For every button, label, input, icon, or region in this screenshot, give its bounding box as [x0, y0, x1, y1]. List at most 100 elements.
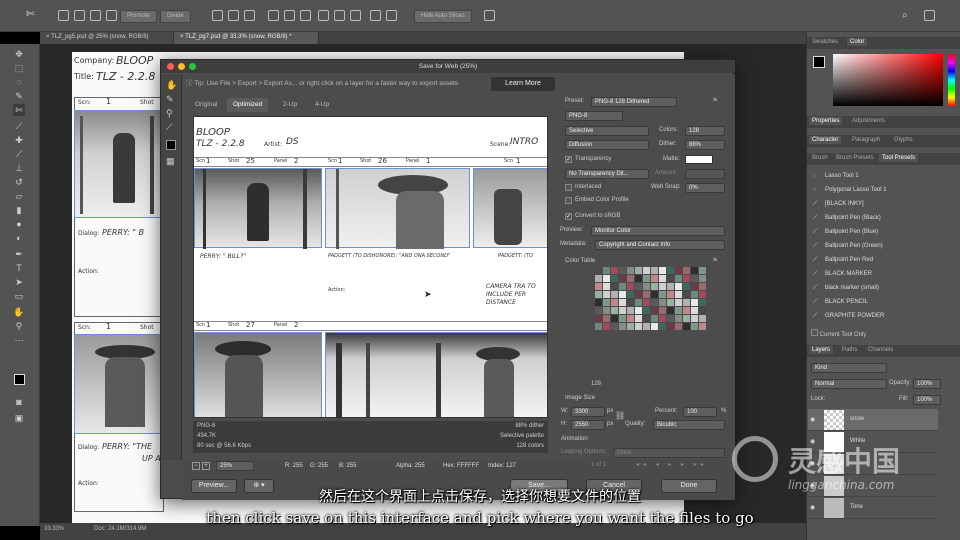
- tab-glyphs[interactable]: Glyphs: [891, 136, 916, 144]
- tab-character[interactable]: Character: [809, 136, 842, 144]
- color-table-swatch[interactable]: [691, 307, 698, 314]
- convert-srgb-checkbox[interactable]: ✓: [565, 213, 572, 220]
- tab-brush-presets[interactable]: Brush Presets: [833, 154, 877, 162]
- tab-4-up[interactable]: 4-Up: [309, 98, 335, 112]
- slice-tool-icon[interactable]: ✄: [26, 9, 40, 22]
- history-brush-icon[interactable]: ↺: [13, 176, 25, 188]
- color-table-swatch[interactable]: [675, 291, 682, 298]
- optimize-menu-icon[interactable]: ≡: [713, 97, 717, 104]
- color-table-swatch[interactable]: [699, 315, 706, 322]
- color-table-swatch[interactable]: [619, 291, 626, 298]
- color-table-swatch[interactable]: [635, 299, 642, 306]
- color-table-swatch[interactable]: [619, 315, 626, 322]
- slice-option-icon[interactable]: [58, 10, 69, 21]
- color-table-swatch[interactable]: [683, 275, 690, 282]
- color-table-swatch[interactable]: [691, 291, 698, 298]
- eyedropper-color-swatch[interactable]: [166, 140, 176, 150]
- dodge-tool-icon[interactable]: ◐: [13, 232, 25, 244]
- color-table-swatch[interactable]: [635, 323, 642, 330]
- color-table-swatch[interactable]: [619, 275, 626, 282]
- hand-tool-icon[interactable]: ✋: [13, 306, 25, 318]
- color-table-swatch[interactable]: [699, 323, 706, 330]
- color-table-swatch[interactable]: [627, 299, 634, 306]
- color-table-swatch[interactable]: [659, 323, 666, 330]
- tool-preset-item[interactable]: ◌ Lasso Tool 1: [811, 169, 947, 183]
- slice-tool-icon[interactable]: ✄: [13, 104, 25, 116]
- color-table-swatch[interactable]: [699, 275, 706, 282]
- color-table-swatch[interactable]: [595, 291, 602, 298]
- opacity-field[interactable]: 100%: [913, 379, 941, 389]
- shape-tool-icon[interactable]: ▭: [13, 290, 25, 302]
- distribute-icon[interactable]: [318, 10, 329, 21]
- color-table-swatch[interactable]: [619, 323, 626, 330]
- color-table-swatch[interactable]: [683, 291, 690, 298]
- dither-algorithm-select[interactable]: Diffusion: [565, 140, 649, 150]
- width-field[interactable]: 3300: [571, 407, 605, 417]
- tool-preset-item[interactable]: ⟋ black marker (small): [811, 281, 947, 295]
- color-table-swatch[interactable]: [699, 299, 706, 306]
- color-table-swatch[interactable]: [651, 267, 658, 274]
- color-table-swatch[interactable]: [595, 307, 602, 314]
- color-table-menu-icon[interactable]: ≡: [713, 257, 717, 264]
- color-table-swatch[interactable]: [595, 315, 602, 322]
- color-table-swatch[interactable]: [595, 283, 602, 290]
- color-table-swatch[interactable]: [603, 307, 610, 314]
- eyedropper-icon[interactable]: ⟋: [13, 120, 25, 132]
- marquee-tool-icon[interactable]: ⬚: [13, 62, 25, 74]
- color-table-swatch[interactable]: [595, 299, 602, 306]
- color-table-swatch[interactable]: [651, 307, 658, 314]
- tab-adjustments[interactable]: Adjustments: [849, 117, 888, 125]
- color-table-swatch[interactable]: [611, 299, 618, 306]
- tool-preset-item[interactable]: ⟋ BLACK MARKER: [811, 267, 947, 281]
- zoom-tool-icon[interactable]: ⚲: [166, 108, 173, 119]
- hide-auto-slices-button[interactable]: Hide Auto Slices: [414, 10, 472, 23]
- optimized-preview[interactable]: BLOOP TLZ - 2.2.8 Artist: DS Scene: INTR…: [193, 116, 548, 418]
- color-table-swatch[interactable]: [675, 323, 682, 330]
- tool-preset-item[interactable]: ⟋ Ballpoint Pen Red: [811, 253, 947, 267]
- tab-channels[interactable]: Channels: [865, 346, 896, 354]
- color-table-swatch[interactable]: [627, 315, 634, 322]
- color-table-swatch[interactable]: [659, 275, 666, 282]
- eye-icon[interactable]: ◉: [810, 416, 815, 423]
- eyedropper-icon[interactable]: ⟋: [166, 122, 172, 133]
- color-table-swatch[interactable]: [635, 275, 642, 282]
- foreground-color-swatch[interactable]: [14, 374, 25, 385]
- zoom-tool-icon[interactable]: ⚲: [13, 320, 25, 332]
- link-icon[interactable]: ⛓: [615, 411, 625, 420]
- color-table-swatch[interactable]: [651, 275, 658, 282]
- zoom-in-button[interactable]: +: [202, 462, 210, 470]
- color-table-swatch[interactable]: [635, 307, 642, 314]
- blend-mode-select[interactable]: Normal: [811, 379, 887, 389]
- distribute-icon[interactable]: [386, 10, 397, 21]
- color-table-swatch[interactable]: [627, 267, 634, 274]
- slice-option-icon[interactable]: [74, 10, 85, 21]
- color-table-swatch[interactable]: [691, 283, 698, 290]
- tab-paragraph[interactable]: Paragraph: [849, 136, 883, 144]
- color-table-swatch[interactable]: [659, 299, 666, 306]
- zoom-window-button[interactable]: [189, 63, 196, 70]
- tab-tlz-pg7[interactable]: × TLZ_pg7.psd @ 33.3% (snow, RGB/8) *: [174, 32, 319, 44]
- color-table-swatch[interactable]: [635, 267, 642, 274]
- percent-field[interactable]: 100: [683, 407, 717, 417]
- promote-button[interactable]: Promote: [120, 10, 157, 23]
- color-table-swatch[interactable]: [659, 307, 666, 314]
- zoom-level-select[interactable]: 25%: [216, 461, 254, 471]
- tab-layers[interactable]: Layers: [809, 346, 834, 354]
- color-table-swatch[interactable]: [627, 283, 634, 290]
- color-table-swatch[interactable]: [667, 267, 674, 274]
- height-field[interactable]: 2550: [571, 420, 605, 430]
- color-table-swatch[interactable]: [675, 307, 682, 314]
- metadata-select[interactable]: Copyright and Contact Info: [595, 240, 725, 250]
- tab-swatches[interactable]: Swatches: [809, 38, 841, 46]
- quick-mask-icon[interactable]: ◙: [13, 396, 25, 408]
- align-icon[interactable]: [268, 10, 279, 21]
- color-table-swatch[interactable]: [667, 307, 674, 314]
- color-table-swatch[interactable]: [595, 275, 602, 282]
- color-table-swatch[interactable]: [683, 315, 690, 322]
- color-table-swatch[interactable]: [683, 307, 690, 314]
- color-table-swatch[interactable]: [667, 275, 674, 282]
- color-reduction-select[interactable]: Selective: [565, 126, 649, 136]
- color-table-swatch[interactable]: [651, 299, 658, 306]
- color-table-swatch[interactable]: [643, 299, 650, 306]
- minimize-window-button[interactable]: [178, 63, 185, 70]
